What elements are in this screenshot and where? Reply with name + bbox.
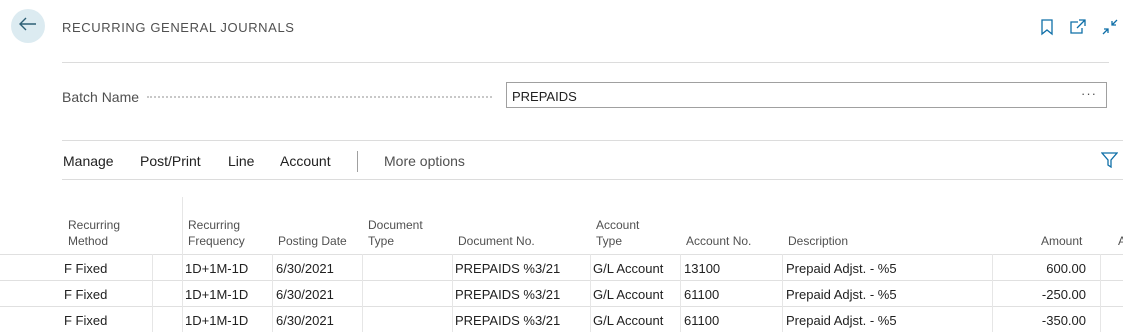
cell-recurring-method[interactable]: F Fixed bbox=[64, 313, 107, 328]
cell-account-type[interactable]: G/L Account bbox=[593, 313, 663, 328]
manage-menu[interactable]: Manage bbox=[63, 153, 114, 169]
open-new-window-icon[interactable] bbox=[1069, 18, 1087, 36]
col-header-posting-date[interactable]: Posting Date bbox=[278, 233, 347, 249]
table-row[interactable]: F Fixed 1D+1M-1D 6/30/2021 PREPAIDS %3/2… bbox=[0, 254, 1123, 280]
cell-document-no[interactable]: PREPAIDS %3/21 bbox=[455, 261, 560, 276]
cell-account-no[interactable]: 13100 bbox=[684, 261, 720, 276]
table-row[interactable]: F Fixed 1D+1M-1D 6/30/2021 PREPAIDS %3/2… bbox=[0, 280, 1123, 306]
col-header-document-type-line1: Document bbox=[368, 218, 423, 232]
col-header-amount[interactable]: Amount bbox=[1041, 233, 1082, 249]
action-separator bbox=[357, 151, 358, 172]
bookmark-icon[interactable] bbox=[1038, 18, 1056, 36]
col-header-account-type-line2: Type bbox=[596, 234, 623, 248]
cell-posting-date[interactable]: 6/30/2021 bbox=[276, 287, 334, 302]
cell-posting-date[interactable]: 6/30/2021 bbox=[276, 313, 334, 328]
cell-account-type[interactable]: G/L Account bbox=[593, 261, 663, 276]
col-header-next-partial[interactable]: A bbox=[1118, 233, 1123, 249]
col-header-recurring-frequency[interactable]: Recurring Frequency bbox=[188, 217, 245, 249]
frozen-column-divider bbox=[182, 197, 183, 254]
col-header-account-no[interactable]: Account No. bbox=[686, 233, 751, 249]
more-options-button[interactable]: More options bbox=[384, 153, 465, 169]
cell-posting-date[interactable]: 6/30/2021 bbox=[276, 261, 334, 276]
col-header-recurring-method-line2: Method bbox=[68, 234, 109, 248]
col-header-account-type[interactable]: Account Type bbox=[596, 217, 639, 249]
col-header-recurring-method[interactable]: Recurring Method bbox=[68, 217, 120, 249]
cell-recurring-method[interactable]: F Fixed bbox=[64, 287, 107, 302]
cell-amount[interactable]: 600.00 bbox=[996, 261, 1086, 276]
header-divider bbox=[62, 62, 1109, 63]
cell-recurring-method[interactable]: F Fixed bbox=[64, 261, 107, 276]
cell-description[interactable]: Prepaid Adjst. - %5 bbox=[786, 287, 897, 302]
cell-account-no[interactable]: 61100 bbox=[684, 287, 719, 302]
batch-name-label: Batch Name bbox=[62, 89, 140, 105]
cell-recurring-frequency[interactable]: 1D+1M-1D bbox=[185, 313, 248, 328]
col-header-document-type[interactable]: Document Type bbox=[368, 217, 423, 249]
cell-description[interactable]: Prepaid Adjst. - %5 bbox=[786, 313, 897, 328]
line-menu[interactable]: Line bbox=[228, 153, 254, 169]
col-header-document-no[interactable]: Document No. bbox=[458, 233, 535, 249]
col-header-description[interactable]: Description bbox=[788, 233, 848, 249]
collapse-icon[interactable] bbox=[1101, 18, 1119, 36]
cell-document-no[interactable]: PREPAIDS %3/21 bbox=[455, 287, 560, 302]
cell-recurring-frequency[interactable]: 1D+1M-1D bbox=[185, 287, 248, 302]
table-row[interactable]: F Fixed 1D+1M-1D 6/30/2021 PREPAIDS %3/2… bbox=[0, 306, 1123, 332]
col-header-recurring-method-line1: Recurring bbox=[68, 218, 121, 232]
account-menu[interactable]: Account bbox=[280, 153, 331, 169]
back-button[interactable] bbox=[11, 9, 45, 43]
cell-amount[interactable]: -250.00 bbox=[996, 287, 1086, 302]
batch-name-field[interactable]: PREPAIDS ··· bbox=[506, 82, 1107, 108]
arrow-left-icon bbox=[19, 17, 37, 36]
cell-document-no[interactable]: PREPAIDS %3/21 bbox=[455, 313, 560, 328]
cell-amount[interactable]: -350.00 bbox=[996, 313, 1086, 328]
page-title: RECURRING GENERAL JOURNALS bbox=[62, 20, 295, 35]
batch-name-value: PREPAIDS bbox=[512, 89, 577, 104]
action-bar-top-divider bbox=[62, 140, 1123, 141]
col-header-recurring-frequency-line2: Frequency bbox=[188, 234, 245, 248]
cell-recurring-frequency[interactable]: 1D+1M-1D bbox=[185, 261, 248, 276]
col-header-recurring-frequency-line1: Recurring bbox=[188, 218, 241, 232]
action-bar-bottom-divider bbox=[62, 179, 1123, 180]
col-header-document-type-line2: Type bbox=[368, 234, 395, 248]
filter-icon[interactable] bbox=[1100, 152, 1119, 173]
batch-lookup-button[interactable]: ··· bbox=[1081, 86, 1097, 101]
cell-account-type[interactable]: G/L Account bbox=[593, 287, 663, 302]
cell-description[interactable]: Prepaid Adjst. - %5 bbox=[786, 261, 897, 276]
post-print-menu[interactable]: Post/Print bbox=[140, 153, 201, 169]
col-header-account-type-line1: Account bbox=[596, 218, 640, 232]
cell-account-no[interactable]: 61100 bbox=[684, 313, 719, 328]
batch-name-leader-dots bbox=[147, 96, 492, 98]
